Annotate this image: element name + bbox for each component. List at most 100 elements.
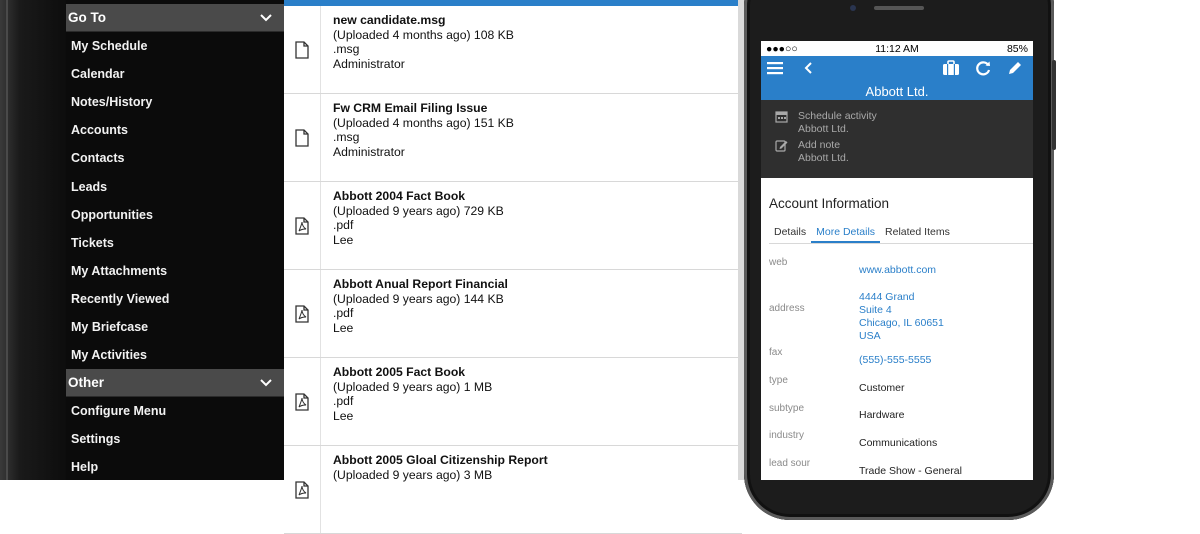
field-value-fax[interactable]: (555)-555-5555 <box>859 354 931 367</box>
section-header-goto[interactable]: Go To <box>66 4 284 32</box>
chevron-down-icon <box>260 378 272 387</box>
attachment-meta: (Uploaded 9 years ago) 729 KB <box>333 203 504 218</box>
sidebar-item[interactable]: Leads <box>66 172 284 200</box>
sidebar-item[interactable]: Opportunities <box>66 201 284 229</box>
signal-strength: ●●●○○ <box>766 42 798 55</box>
tab-more-details[interactable]: More Details <box>811 226 881 243</box>
sidebar: Go To My Schedule Calendar Notes/History Ac… <box>66 0 284 480</box>
sidebar-item[interactable]: Recently Viewed <box>66 285 284 313</box>
address-line: USA <box>859 330 881 342</box>
attachment-owner: Lee <box>333 232 354 247</box>
attachment-row[interactable]: Abbott 2005 Fact Book (Uploaded 9 years a… <box>284 358 742 446</box>
sidebar-item[interactable]: Contacts <box>66 144 284 172</box>
attachment-details: Abbott 2004 Fact Book (Uploaded 9 years a… <box>321 182 504 269</box>
attachment-title: Fw CRM Email Filing Issue <box>333 101 488 115</box>
phone-side-button <box>1052 60 1056 150</box>
field-label-subtype: subtype <box>769 403 805 414</box>
schedule-activity-action[interactable]: Schedule activity Abbott Ltd. <box>775 110 877 136</box>
attachment-owner: Lee <box>333 408 354 423</box>
tab-related-items[interactable]: Related Items <box>880 226 955 243</box>
attachment-meta: (Uploaded 4 months ago) 151 KB <box>333 115 514 130</box>
battery-level: 85% <box>1006 42 1028 55</box>
clock: 11:12 AM <box>875 42 919 55</box>
detail-tabs: Details More Details Related Items <box>769 226 1033 244</box>
attachment-row[interactable]: Abbott Anual Report Financial (Uploaded 9… <box>284 270 742 358</box>
back-icon[interactable] <box>803 61 813 75</box>
attachment-title: Abbott 2005 Fact Book <box>333 365 466 379</box>
sidebar-item[interactable]: My Attachments <box>66 257 284 285</box>
attachment-extension: .msg <box>333 130 360 144</box>
edit-icon[interactable] <box>1007 60 1023 76</box>
attachment-row[interactable]: Abbott 2004 Fact Book (Uploaded 9 years a… <box>284 182 742 270</box>
attachment-list: new candidate.msg (Uploaded 4 months ago)… <box>284 0 742 534</box>
page-title: Abbott Ltd. <box>865 84 929 99</box>
tablet-frame <box>0 0 66 480</box>
phone-screen: ●●●○○ 11:12 AM 85% Abbott Ltd. Schedule … <box>761 41 1033 480</box>
attachment-extension: .pdf <box>333 218 354 232</box>
attachment-owner: Administrator <box>333 144 405 159</box>
pdf-icon <box>284 270 321 357</box>
document-icon <box>284 94 321 181</box>
phone-speaker <box>874 6 924 10</box>
field-label-web: web <box>769 257 788 268</box>
field-label-lead-source: lead sour <box>769 458 811 469</box>
attachment-owner: Administrator <box>333 56 405 71</box>
add-note-action[interactable]: Add note Abbott Ltd. <box>775 139 849 165</box>
field-value-address[interactable]: 4444 Grand Suite 4 Chicago, IL 60651 USA <box>859 291 944 343</box>
pdf-icon <box>284 182 321 269</box>
action-sub: Abbott Ltd. <box>798 152 849 164</box>
attachment-details: Abbott 2005 Gloal Citizenship Report (Upl… <box>321 446 548 533</box>
attachment-row[interactable]: Abbott 2005 Gloal Citizenship Report (Upl… <box>284 446 742 534</box>
sidebar-item[interactable]: Settings <box>66 425 284 453</box>
attachment-extension: .msg <box>333 42 360 56</box>
attachment-meta: (Uploaded 4 months ago) 108 KB <box>333 27 514 42</box>
pdf-icon <box>284 358 321 445</box>
status-bar: ●●●○○ 11:12 AM 85% <box>761 41 1033 56</box>
chevron-down-icon <box>260 13 272 21</box>
attachment-extension: .pdf <box>333 306 354 320</box>
briefcase-icon[interactable] <box>942 60 960 76</box>
note-edit-icon <box>775 140 788 152</box>
action-label: Add note <box>798 139 841 151</box>
field-label-fax: fax <box>769 347 783 358</box>
field-value-industry: Communications <box>859 437 938 449</box>
sidebar-item[interactable]: Accounts <box>66 116 284 144</box>
phone-camera <box>850 5 856 11</box>
sidebar-item[interactable]: Configure Menu <box>66 397 284 425</box>
sidebar-item[interactable]: Notes/History <box>66 88 284 116</box>
sidebar-item[interactable]: Help <box>66 453 284 481</box>
attachment-row[interactable]: new candidate.msg (Uploaded 4 months ago)… <box>284 6 742 94</box>
field-value-type: Customer <box>859 382 905 394</box>
tab-details[interactable]: Details <box>769 226 811 243</box>
field-label-address: address <box>769 303 805 314</box>
section-header-label: Other <box>68 375 105 391</box>
field-label-type: type <box>769 375 788 386</box>
field-value-web[interactable]: www.abbott.com <box>859 264 936 277</box>
field-value-subtype: Hardware <box>859 409 905 421</box>
section-header-other[interactable]: Other <box>66 369 284 398</box>
section-title: Account Information <box>769 196 890 211</box>
action-label: Schedule activity <box>798 110 877 122</box>
address-line: Chicago, IL 60651 <box>859 317 944 329</box>
attachment-row[interactable]: Fw CRM Email Filing Issue (Uploaded 4 mon… <box>284 94 742 182</box>
address-line: 4444 Grand <box>859 291 915 303</box>
action-sub: Abbott Ltd. <box>798 123 849 135</box>
attachment-details: new candidate.msg (Uploaded 4 months ago)… <box>321 6 514 93</box>
sidebar-item[interactable]: My Schedule <box>66 32 284 60</box>
attachment-meta: (Uploaded 9 years ago) 1 MB <box>333 379 493 394</box>
attachment-extension: .pdf <box>333 394 354 408</box>
attachment-owner: Lee <box>333 320 354 335</box>
sidebar-item[interactable]: My Activities <box>66 341 284 369</box>
sidebar-item[interactable]: My Briefcase <box>66 313 284 341</box>
section-header-label: Go To <box>68 10 106 25</box>
field-label-industry: industry <box>769 430 805 441</box>
quick-actions: Schedule activity Abbott Ltd. Add note Abb… <box>761 100 1033 178</box>
attachment-title: Abbott 2004 Fact Book <box>333 189 466 203</box>
sidebar-item[interactable]: Tickets <box>66 229 284 257</box>
refresh-icon[interactable] <box>975 60 992 76</box>
attachment-details: Abbott Anual Report Financial (Uploaded 9… <box>321 270 508 357</box>
app-bar: Abbott Ltd. <box>761 56 1033 100</box>
attachment-meta: (Uploaded 9 years ago) 144 KB <box>333 291 504 306</box>
sidebar-item[interactable]: Calendar <box>66 60 284 88</box>
menu-icon[interactable] <box>767 61 783 75</box>
